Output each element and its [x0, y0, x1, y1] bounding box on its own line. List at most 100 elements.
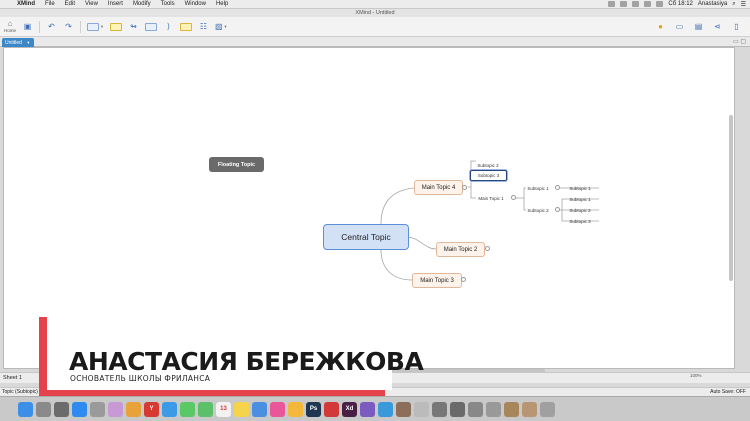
undo-button[interactable]: ↶	[46, 21, 57, 33]
relationship-button[interactable]: ↬	[128, 21, 139, 33]
sidebar-icon: ▯	[734, 22, 739, 31]
volume-icon[interactable]	[644, 1, 652, 7]
summary-icon: ⟩	[166, 22, 171, 31]
itunes-icon[interactable]	[270, 401, 285, 417]
floating-topic[interactable]: Floating Topic	[209, 157, 264, 172]
launchpad-icon[interactable]	[36, 401, 51, 417]
menu-help[interactable]: Help	[211, 1, 233, 7]
marker-button[interactable]: ☷	[198, 21, 209, 33]
doc-icon[interactable]	[468, 401, 483, 417]
leaf-subtopic-1[interactable]: Subtopic 1	[566, 195, 594, 204]
subtopic-3-selected[interactable]: Subtopic 3	[470, 170, 507, 181]
presenter-name: АНАСТАСИЯ БЕРЕЖКОВА	[69, 347, 424, 376]
zoom-level[interactable]: 100%	[690, 373, 702, 378]
mail-icon[interactable]	[252, 401, 267, 417]
vertical-scrollbar[interactable]	[729, 115, 733, 281]
appstore-icon[interactable]	[72, 401, 87, 417]
wifi-icon[interactable]	[620, 1, 628, 7]
collapse-toggle[interactable]	[462, 185, 467, 190]
user-name[interactable]: Anastasiya	[698, 1, 727, 7]
image2-icon[interactable]	[522, 401, 537, 417]
clock[interactable]: Сб 18:12	[668, 1, 692, 7]
finder-icon[interactable]	[18, 401, 33, 417]
subtopic-1[interactable]: Subtopic 1	[524, 184, 552, 193]
collapse-toggle[interactable]	[555, 207, 560, 212]
leaf-subtopic-1[interactable]: Subtopic 1	[566, 184, 594, 193]
bluetooth-icon[interactable]	[632, 1, 640, 7]
leaf-subtopic-2[interactable]: Subtopic 2	[566, 206, 594, 215]
collapse-toggle[interactable]	[511, 195, 516, 200]
preview-icon[interactable]	[396, 401, 411, 417]
xmind-icon[interactable]	[324, 401, 339, 417]
subtopic-2[interactable]: Subtopic 2	[474, 161, 502, 170]
chevron-down-icon[interactable]: ▼	[26, 40, 30, 45]
export-button[interactable]: ▤	[693, 21, 704, 33]
messages-icon[interactable]	[198, 401, 213, 417]
finder-window-icon[interactable]	[414, 401, 429, 417]
image-button[interactable]: ▨ ▼	[215, 21, 228, 33]
settings-icon[interactable]	[54, 401, 69, 417]
tab-untitled[interactable]: Untitled ▼	[2, 38, 34, 47]
notes-icon[interactable]	[234, 401, 249, 417]
home-icon: ⌂	[7, 19, 13, 28]
window-title: XMind - Untitled	[0, 9, 750, 17]
trash-icon[interactable]	[90, 401, 105, 417]
menu-insert[interactable]: Insert	[103, 1, 128, 7]
sheet-tab[interactable]: Sheet 1	[3, 375, 22, 381]
present-button[interactable]: ▭	[674, 21, 685, 33]
sidebar-toggle-button[interactable]: ▯	[731, 21, 742, 33]
topic-button[interactable]: ▼	[87, 21, 104, 33]
share-button[interactable]: ⋖	[712, 21, 723, 33]
image-icon[interactable]	[504, 401, 519, 417]
menu-file[interactable]: File	[40, 1, 60, 7]
menu-window[interactable]: Window	[180, 1, 211, 7]
collapse-toggle[interactable]	[485, 246, 490, 251]
callout-button[interactable]	[109, 21, 122, 33]
telegram-icon[interactable]	[378, 401, 393, 417]
yandex-icon[interactable]: Y	[144, 401, 159, 417]
subtopic-2[interactable]: Subtopic 2	[524, 206, 552, 215]
facetime-icon[interactable]	[180, 401, 195, 417]
collapse-toggle[interactable]	[555, 185, 560, 190]
search-icon[interactable]: ⌕	[732, 1, 735, 8]
xd-icon[interactable]: Xd	[342, 401, 357, 417]
note-button[interactable]	[179, 21, 192, 33]
calendar-icon[interactable]: 13	[216, 401, 231, 417]
main-topic-1[interactable]: Main Topic 1	[474, 194, 508, 203]
dropbox-icon[interactable]	[608, 1, 616, 7]
trash-bin-icon[interactable]	[540, 401, 555, 417]
menu-tools[interactable]: Tools	[156, 1, 180, 7]
download-icon[interactable]	[432, 401, 447, 417]
save-icon: ▣	[23, 22, 32, 31]
save-button[interactable]: ▣	[22, 21, 33, 33]
battery-icon[interactable]	[656, 1, 664, 7]
menu-edit[interactable]: Edit	[60, 1, 80, 7]
menu-view[interactable]: View	[80, 1, 103, 7]
sketch-icon[interactable]	[288, 401, 303, 417]
folder-icon[interactable]	[450, 401, 465, 417]
idea-button[interactable]: ●	[655, 21, 666, 33]
toolbar: ⌂ Home ▣ ↶ ↷ ▼ ↬ ⟩ ☷ ▨ ▼ ● ▭ ▤ ⋖ ▯	[0, 17, 750, 37]
collapse-toggle[interactable]	[461, 277, 466, 282]
menu-modify[interactable]: Modify	[128, 1, 156, 7]
main-topic-4[interactable]: Main Topic 4	[414, 180, 463, 195]
safari-icon[interactable]	[162, 401, 177, 417]
photoshop-icon[interactable]: Ps	[306, 401, 321, 417]
boundary-button[interactable]	[144, 21, 157, 33]
viber-icon[interactable]	[360, 401, 375, 417]
main-topic-3[interactable]: Main Topic 3	[412, 273, 462, 288]
list-icon[interactable]: ☰	[741, 1, 746, 8]
central-topic[interactable]: Central Topic	[323, 224, 409, 250]
redo-button[interactable]: ↷	[63, 21, 74, 33]
topic-icon	[87, 22, 100, 31]
chrome-icon[interactable]	[126, 401, 141, 417]
photos-icon[interactable]	[108, 401, 123, 417]
home-button[interactable]: ⌂ Home	[4, 19, 16, 34]
doc2-icon[interactable]	[486, 401, 501, 417]
leaf-subtopic-3[interactable]: Subtopic 3	[566, 217, 594, 226]
window-controls[interactable]: ▭ ▢	[733, 38, 746, 45]
main-topic-2[interactable]: Main Topic 2	[436, 242, 485, 257]
menu-app[interactable]: XMind	[12, 1, 40, 7]
summary-button[interactable]: ⟩	[163, 21, 174, 33]
tab-label: Untitled	[5, 40, 22, 46]
